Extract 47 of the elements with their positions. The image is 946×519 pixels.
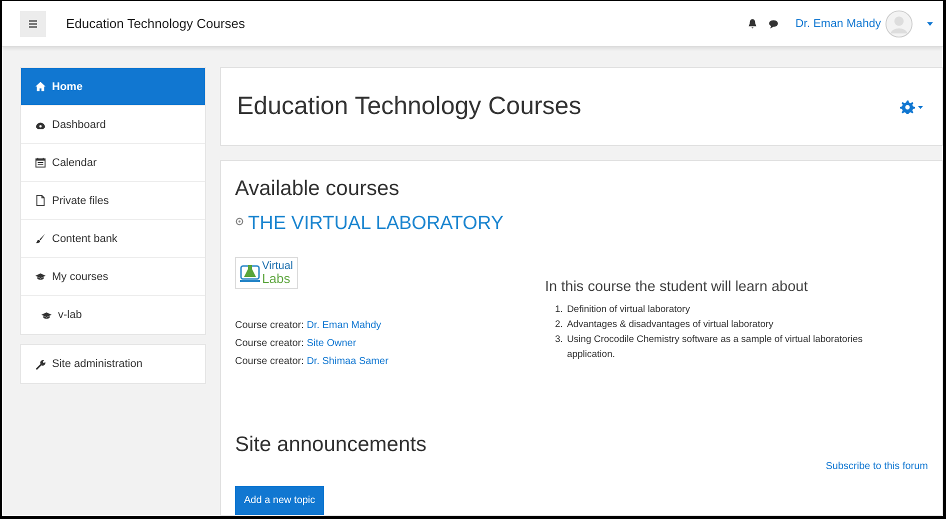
site-name-link[interactable]: Education Technology Courses [66,16,245,31]
list-number: 1. [555,303,563,317]
creator-label: Course creator: [235,356,304,367]
creator-link[interactable]: Site Owner [306,338,356,349]
settings-menu-button[interactable] [900,100,924,114]
nav-item[interactable]: Home [21,68,205,106]
brush-icon [35,233,46,244]
creator-link[interactable]: Dr. Shimaa Samer [306,356,388,367]
bell-icon[interactable] [747,18,758,29]
subscribe-link[interactable]: Subscribe to this forum [826,461,928,472]
summary-heading: In this course the student will learn about [545,279,809,295]
settings-icon [900,100,924,114]
nav-item[interactable]: Calendar [21,144,205,182]
page-title: Education Technology Courses [237,92,582,121]
chat-bubble-icon[interactable] [768,18,780,29]
calendar-icon [35,157,46,168]
logo-text: Virtual [262,261,293,272]
flask-icon [240,263,260,283]
course-title-link[interactable]: THE VIRTUAL LABORATORY [248,213,504,235]
creator-link[interactable]: Dr. Eman Mahdy [306,320,382,331]
list-number: 3. [555,333,563,347]
course-icon [235,216,244,226]
section-heading: Available courses [235,177,400,201]
menu-button[interactable] [20,10,46,36]
list-item-text: Advantages & disadvantages of virtual laboratory [566,318,774,332]
file-icon [35,195,46,206]
graduation-cap-icon [41,310,52,320]
nav-item[interactable]: Private files [21,182,205,220]
menu-icon [28,18,38,28]
section-heading: Site announcements [235,433,428,457]
user-name-link[interactable]: Dr. Eman Mahdy [795,18,881,30]
nav-item[interactable]: v-lab [21,296,205,334]
graduation-cap-icon [35,271,46,282]
list-item-text: Using Crocodile Chemistry software as a sample of virtual laboratories application. [566,333,864,362]
nav-item[interactable]: Content bank [21,220,205,258]
caret-icon[interactable] [927,22,933,26]
list-number: 2. [555,318,563,332]
wrench-icon [35,358,46,370]
list-item-text: Definition of virtual laboratory [566,303,690,317]
nav-item[interactable]: Dashboard [21,106,205,144]
home-icon [35,81,46,92]
nav-item[interactable]: Site administration [21,345,205,383]
add-topic-button[interactable]: Add a new topic [235,486,324,515]
nav-item[interactable]: My courses [21,258,205,296]
creator-label: Course creator: [235,338,304,349]
logo-text: Labs [262,272,292,285]
creator-label: Course creator: [235,320,304,331]
